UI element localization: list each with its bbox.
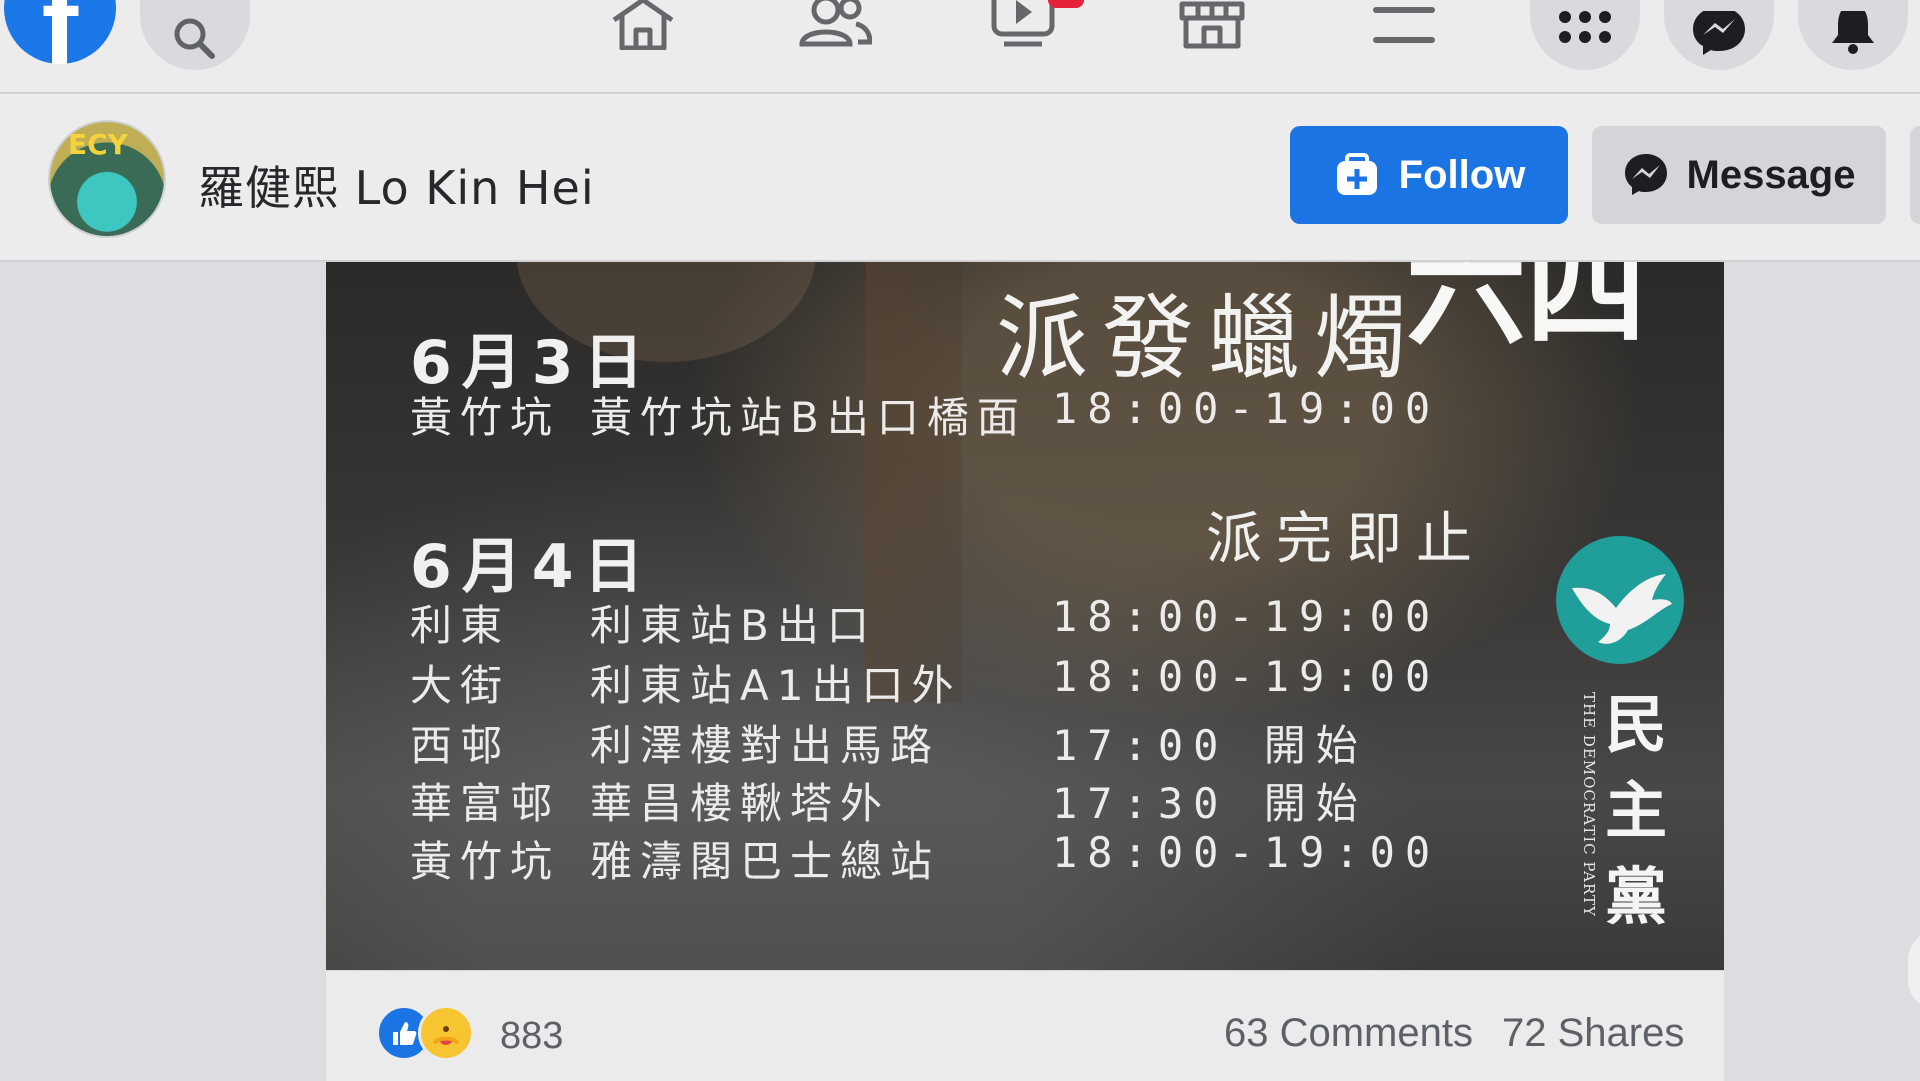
schedule-time: 18:00-19:00 — [1052, 592, 1441, 641]
poster-schedule-row: 利東 利東站B出口 18:00-19:00 — [410, 592, 1510, 650]
schedule-location: 雅濤閣巴士總站 — [590, 837, 941, 886]
schedule-location: 華昌樓鞦塔外 — [590, 779, 891, 828]
avatar[interactable]: ECY — [48, 120, 166, 238]
party-english-name: THE DEMOCRATIC PARTY — [1580, 692, 1598, 917]
avatar-text: ECY — [68, 128, 128, 161]
schedule-location: 黃竹坑站B出口橋面 — [590, 393, 1027, 442]
schedule-location: 利東站B出口 — [590, 601, 877, 650]
party-name-char: 主 — [1604, 774, 1667, 847]
party-name-char: 黨 — [1604, 860, 1667, 933]
schedule-time: 18:00-19:00 — [1052, 652, 1441, 701]
poster-schedule-row: 黃竹坑 雅濤閣巴士總站 18:00-19:00 — [410, 828, 1510, 886]
marketplace-icon[interactable] — [1178, 0, 1248, 50]
schedule-time: 17:00 開始 — [1052, 721, 1368, 770]
comments-count[interactable]: 63 Comments — [1224, 1011, 1473, 1056]
notification-badge — [1048, 0, 1084, 8]
scroll-button[interactable] — [1908, 930, 1920, 1010]
poster-schedule-row: 大街 利東站A1出口外 18:00-19:00 — [410, 652, 1510, 710]
follow-label: Follow — [1398, 152, 1526, 197]
schedule-time: 18:00-19:00 — [1052, 384, 1441, 433]
party-name: 民 主 黨 — [1596, 682, 1676, 940]
poster-title: 派發蠟燭 — [996, 285, 1421, 392]
apps-grid-icon — [1559, 11, 1611, 43]
schedule-area: 華富邨 — [410, 779, 561, 828]
watch-icon[interactable] — [990, 0, 1060, 50]
messenger-icon — [1623, 152, 1669, 198]
poster-top-heading: 六四 — [1406, 262, 1646, 362]
profile-header: ECY 羅健熙 Lo Kin Hei Follow Message — [0, 94, 1920, 262]
schedule-area: 黃竹坑 — [410, 837, 561, 886]
dove-logo-icon — [1556, 536, 1684, 664]
logo-letter: f — [41, 0, 79, 88]
schedule-time: 18:00-19:00 — [1052, 828, 1441, 877]
poster-schedule-row: 黃竹坑 黃竹坑站B出口橋面 18:00-19:00 — [410, 384, 1510, 442]
add-follow-icon — [1333, 151, 1381, 199]
messenger-icon — [1693, 11, 1745, 55]
post-reactions-bar: 883 63 Comments 72 Shares — [326, 970, 1724, 1081]
notifications-button[interactable] — [1798, 0, 1908, 70]
apps-button[interactable] — [1530, 0, 1640, 70]
schedule-time: 17:30 開始 — [1052, 779, 1368, 828]
profile-name[interactable]: 羅健熙 Lo Kin Hei — [198, 152, 595, 218]
schedule-location: 利東站A1出口外 — [590, 661, 962, 710]
schedule-location: 利澤樓對出馬路 — [590, 721, 941, 770]
post-image[interactable]: 六四 派發蠟燭 6月3日 黃竹坑 黃竹坑站B出口橋面 18:00-19:00 派… — [326, 262, 1724, 970]
poster-schedule-row: 華富邨 華昌樓鞦塔外 17:30 開始 — [410, 770, 1510, 828]
message-button[interactable]: Message — [1592, 126, 1886, 224]
schedule-area: 黃竹坑 — [410, 393, 561, 442]
home-icon[interactable] — [608, 0, 678, 50]
poster-until-note: 派完即止 — [1206, 507, 1486, 572]
messenger-button[interactable] — [1664, 0, 1774, 70]
reaction-count[interactable]: 883 — [500, 1015, 563, 1058]
schedule-area: 大街 — [410, 661, 511, 710]
schedule-area: 西邨 — [410, 721, 511, 770]
facebook-logo[interactable]: f — [4, 0, 116, 88]
menu-icon[interactable] — [1372, 0, 1436, 50]
friends-icon[interactable] — [798, 0, 872, 48]
shares-count[interactable]: 72 Shares — [1502, 1011, 1684, 1056]
care-reaction-icon[interactable] — [418, 1005, 474, 1061]
top-navigation-bar: f — [0, 0, 1920, 94]
schedule-area: 利東 — [410, 601, 511, 650]
bell-icon — [1832, 11, 1874, 54]
party-name-char: 民 — [1604, 688, 1667, 761]
search-icon — [174, 18, 215, 59]
more-options-button[interactable] — [1910, 126, 1920, 224]
follow-button[interactable]: Follow — [1290, 126, 1568, 224]
poster-schedule-row: 西邨 利澤樓對出馬路 17:00 開始 — [410, 712, 1510, 770]
message-label: Message — [1686, 152, 1856, 197]
search-button[interactable] — [140, 0, 250, 70]
